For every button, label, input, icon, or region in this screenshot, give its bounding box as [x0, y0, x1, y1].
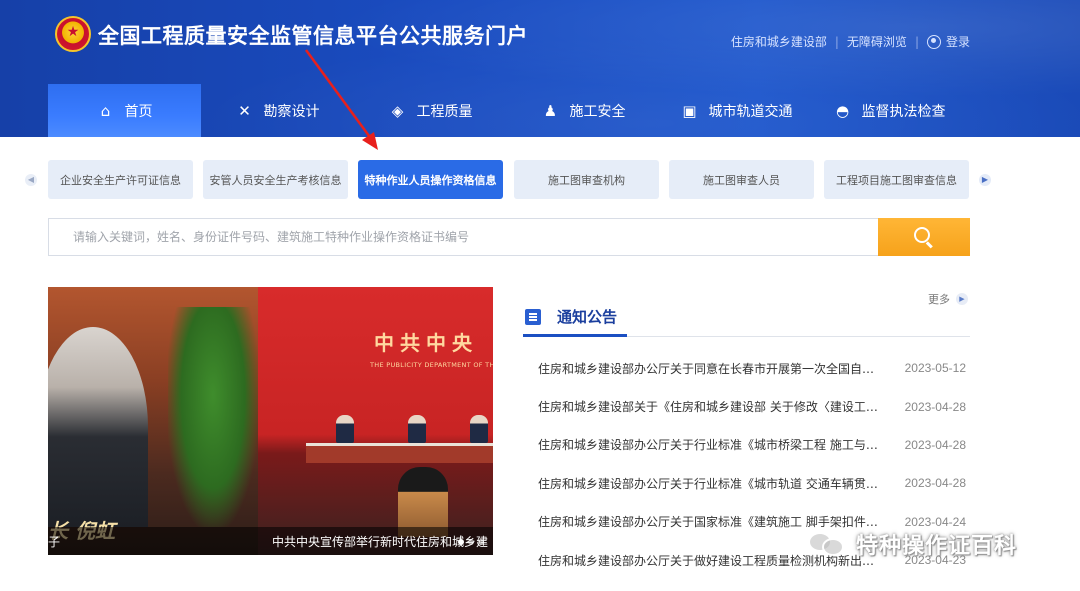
shield-icon: ◈ — [391, 101, 404, 120]
category-tabs: ◀ 企业安全生产许可证信息 安管人员安全生产考核信息 特种作业人员操作资格信息 … — [22, 160, 998, 200]
nav-item-label: 城市轨道交通 — [708, 103, 793, 120]
inspector-icon: ◓ — [835, 101, 850, 120]
nav-item-label: 首页 — [124, 103, 153, 120]
tab-enterprise-license[interactable]: 企业安全生产许可证信息 — [48, 160, 193, 199]
search-input[interactable] — [49, 219, 877, 255]
slide-banner-subtitle: THE PUBLICITY DEPARTMENT OF THE C — [370, 361, 493, 369]
worker-icon: ♟ — [543, 101, 558, 120]
notice-header: 通知公告 更多 ▶ — [523, 287, 970, 337]
nav-item-supervision[interactable]: ◓ 监督执法检查 — [813, 84, 966, 137]
nav-item-label: 工程质量 — [416, 103, 473, 120]
watermark-text: 特种操作证百科 — [856, 534, 1018, 559]
slide-dot[interactable] — [478, 539, 484, 545]
tab-project-drawing-review[interactable]: 工程项目施工图审查信息 — [824, 160, 969, 199]
notice-item-date: 2023-04-28 — [904, 437, 966, 452]
tab-drawing-review-agency[interactable]: 施工图审查机构 — [514, 160, 659, 199]
notice-item-title[interactable]: 住房和城乡建设部办公厅关于行业标准《城市轨道 交通车辆贯… — [538, 475, 888, 492]
nav-item-engineering-quality[interactable]: ◈ 工程质量 — [354, 84, 507, 137]
list-item[interactable]: 住房和城乡建设部办公厅关于行业标准《城市桥梁工程 施工与… 2023-04-28 — [523, 426, 970, 464]
tab-drawing-reviewer[interactable]: 施工图审查人员 — [669, 160, 814, 199]
slide-dot[interactable] — [458, 539, 464, 545]
home-icon: ⌂ — [100, 101, 111, 120]
top-links: 住房和城乡建设部 | 无障碍浏览 | 登录 — [731, 33, 970, 50]
tabs-prev-button[interactable]: ◀ — [25, 174, 37, 186]
notice-item-title[interactable]: 住房和城乡建设部办公厅关于同意在长春市开展第一次全国自… — [538, 360, 888, 377]
site-header: ★ 全国工程质量安全监管信息平台公共服务门户 住房和城乡建设部 | 无障碍浏览 … — [0, 0, 1080, 137]
slide-caption-left: 子 — [48, 535, 61, 549]
notice-item-date: 2023-04-28 — [904, 476, 966, 491]
login-label: 登录 — [945, 35, 970, 49]
search-icon — [914, 227, 934, 249]
more-label: 更多 — [928, 293, 950, 306]
train-icon: ▣ — [682, 101, 697, 120]
main-nav: ⌂ 首页 ✕ 勘察设计 ◈ 工程质量 ♟ 施工安全 ▣ 城市轨道交通 ◓ 监督执… — [48, 84, 966, 137]
list-item[interactable]: 住房和城乡建设部关于《住房和城乡建设部 关于修改〈建设工… 2023-04-28 — [523, 387, 970, 425]
ministry-link[interactable]: 住房和城乡建设部 — [731, 33, 827, 50]
chevron-left-icon: ◀ — [27, 175, 35, 184]
tab-special-operator-qualification[interactable]: 特种作业人员操作资格信息 — [358, 160, 503, 199]
slide-photo-press-conference: 中共中央 THE PUBLICITY DEPARTMENT OF THE C — [258, 287, 493, 555]
notice-item-date: 2023-04-24 — [904, 514, 966, 529]
nav-item-label: 施工安全 — [569, 103, 626, 120]
search-button[interactable] — [878, 218, 970, 256]
user-icon — [926, 34, 941, 49]
login-button[interactable]: 登录 — [926, 33, 970, 50]
nav-item-construction-safety[interactable]: ♟ 施工安全 — [507, 84, 660, 137]
notice-item-date: 2023-04-28 — [904, 399, 966, 414]
nav-item-survey-design[interactable]: ✕ 勘察设计 — [201, 84, 354, 137]
notice-title-underline — [523, 334, 627, 337]
slide-banner-title: 中共中央 — [374, 331, 478, 355]
list-item[interactable]: 住房和城乡建设部办公厅关于行业标准《城市轨道 交通车辆贯… 2023-04-28 — [523, 464, 970, 502]
wechat-icon — [808, 530, 848, 558]
chevron-right-icon: ▶ — [981, 175, 989, 184]
nav-item-rail-transit[interactable]: ▣ 城市轨道交通 — [660, 84, 813, 137]
nav-item-home[interactable]: ⌂ 首页 — [48, 84, 201, 137]
nav-item-label: 监督执法检查 — [861, 103, 946, 120]
nav-item-label: 勘察设计 — [263, 103, 320, 120]
tools-icon: ✕ — [238, 101, 251, 120]
notice-item-date: 2023-05-12 — [904, 361, 966, 376]
list-item[interactable]: 住房和城乡建设部办公厅关于同意在长春市开展第一次全国自… 2023-05-12 — [523, 349, 970, 387]
tab-safety-manager-exam[interactable]: 安管人员安全生产考核信息 — [203, 160, 348, 199]
search-bar — [48, 218, 970, 256]
divider: | — [834, 34, 839, 49]
national-emblem-icon: ★ — [55, 16, 91, 52]
site-title: 全国工程质量安全监管信息平台公共服务门户 — [98, 24, 528, 48]
notice-title: 通知公告 — [557, 308, 618, 326]
more-link[interactable]: 更多 ▶ — [928, 291, 968, 307]
notice-item-title[interactable]: 住房和城乡建设部办公厅关于行业标准《城市桥梁工程 施工与… — [538, 436, 888, 453]
news-slideshow[interactable]: 长 倪虹 中共中央 THE PUBLICITY DEPARTMENT OF TH… — [48, 287, 493, 555]
accessibility-link[interactable]: 无障碍浏览 — [847, 33, 907, 50]
slide-photo-left: 长 倪虹 — [48, 287, 258, 555]
watermark: 特种操作证百科 — [808, 528, 1017, 560]
chevron-right-icon: ▶ — [956, 293, 968, 305]
notice-item-title[interactable]: 住房和城乡建设部关于《住房和城乡建设部 关于修改〈建设工… — [538, 398, 888, 415]
notice-list-icon — [525, 309, 541, 325]
tabs-next-button[interactable]: ▶ — [979, 174, 991, 186]
divider: | — [914, 34, 919, 49]
slide-pagination — [454, 539, 484, 545]
slide-dot[interactable] — [468, 539, 474, 545]
